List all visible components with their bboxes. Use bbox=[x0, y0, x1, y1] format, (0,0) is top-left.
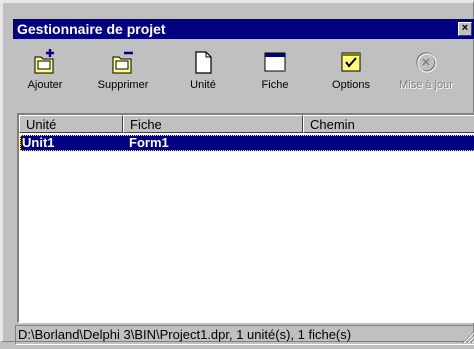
project-manager-window: Gestionnaire de projet × Ajouter Supprim… bbox=[0, 0, 474, 345]
options-button-label: Options bbox=[332, 79, 370, 91]
remove-button-label: Supprimer bbox=[97, 79, 149, 91]
add-button-label: Ajouter bbox=[27, 79, 63, 91]
update-button[interactable]: Mise à jour bbox=[391, 49, 461, 101]
unit-icon bbox=[191, 49, 215, 75]
window-title: Gestionnaire de projet bbox=[17, 21, 166, 37]
close-button[interactable]: × bbox=[458, 22, 472, 36]
unit-button-label: Unité bbox=[190, 79, 216, 91]
column-header-unit[interactable]: Unité bbox=[19, 115, 123, 133]
status-bar: D:\Borland\Delphi 3\BIN\Project1.dpr, 1 … bbox=[15, 325, 474, 345]
remove-unit-icon bbox=[111, 49, 135, 75]
column-header-path[interactable]: Chemin bbox=[303, 115, 474, 133]
toolbar: Ajouter Supprimer Unité Fiche Options Mi… bbox=[15, 43, 474, 107]
add-button[interactable]: Ajouter bbox=[19, 49, 71, 101]
options-icon bbox=[339, 49, 363, 75]
project-list[interactable]: Unité Fiche Chemin Unit1 Form1 bbox=[17, 113, 474, 323]
form-icon bbox=[263, 49, 287, 75]
update-button-label: Mise à jour bbox=[399, 79, 453, 91]
options-button[interactable]: Options bbox=[325, 49, 377, 101]
form-button-label: Fiche bbox=[261, 79, 289, 91]
list-header: Unité Fiche Chemin bbox=[19, 115, 474, 133]
remove-button[interactable]: Supprimer bbox=[91, 49, 155, 101]
row-form: Form1 bbox=[129, 135, 169, 150]
row-unit: Unit1 bbox=[22, 135, 55, 150]
update-icon bbox=[414, 49, 438, 75]
column-header-form[interactable]: Fiche bbox=[123, 115, 303, 133]
title-bar[interactable]: Gestionnaire de projet × bbox=[13, 19, 474, 39]
unit-button[interactable]: Unité bbox=[183, 49, 223, 101]
form-button[interactable]: Fiche bbox=[253, 49, 297, 101]
add-unit-icon bbox=[33, 49, 57, 75]
status-text: D:\Borland\Delphi 3\BIN\Project1.dpr, 1 … bbox=[18, 327, 352, 342]
list-row[interactable]: Unit1 Form1 bbox=[20, 135, 474, 151]
